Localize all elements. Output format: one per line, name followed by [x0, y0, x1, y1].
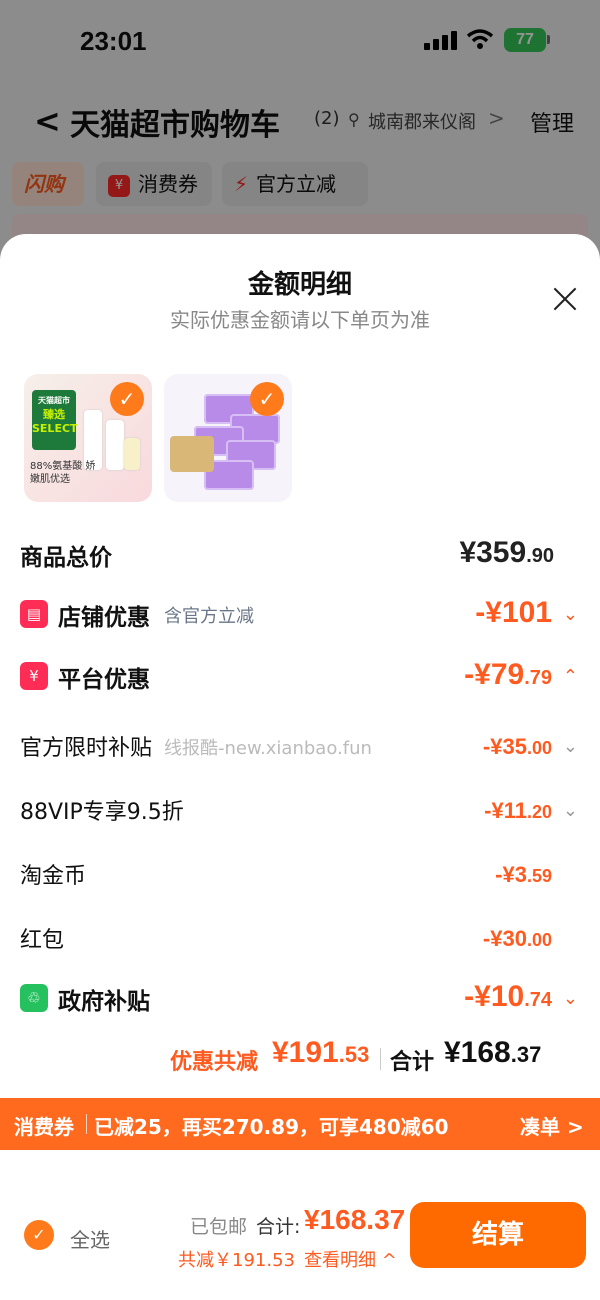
promo-divider — [86, 1114, 87, 1134]
checkmark-icon[interactable]: ✓ — [110, 382, 144, 416]
vip-discount-amount: -¥11.20 — [484, 798, 552, 824]
product-thumbnail[interactable]: 天猫超市臻选 SELECT 88%氨基酸 娇嫩肌优选 ✓ — [24, 374, 152, 502]
total-dec: .37 — [510, 1042, 542, 1067]
divider — [380, 1048, 381, 1070]
total-savings-label: 优惠共减 — [170, 1050, 259, 1075]
row-taojinbi: 淘金币 -¥3.59 — [0, 850, 600, 898]
official-subsidy-int: -¥35 — [482, 734, 527, 759]
promo-tag: 消费券 — [14, 1115, 74, 1139]
subtotal-int: ¥359 — [459, 536, 527, 569]
product-tube — [106, 420, 124, 470]
red-packet-amount: -¥30.00 — [483, 926, 552, 952]
store-discount-int: -¥101 — [475, 596, 552, 629]
coin-label: 淘金币 — [20, 864, 87, 889]
coupon-icon: ¥ — [20, 662, 48, 690]
row-vip-discount[interactable]: 88VIP专享9.5折 -¥11.20 ⌄ — [0, 786, 600, 834]
watermark-text: 线报酷-new.xianbao.fun — [164, 738, 372, 759]
total-value: ¥168.37 — [444, 1036, 541, 1070]
platform-discount-dec: .79 — [524, 667, 552, 689]
coin-amount: -¥3.59 — [495, 862, 552, 888]
promo-text: 已减25，再买270.89，可享480减60 — [94, 1115, 449, 1139]
checkmark-icon[interactable]: ✓ — [250, 382, 284, 416]
row-gov-subsidy[interactable]: ♲ 政府补贴 -¥10.74 ⌄ — [0, 974, 600, 1022]
vip-discount-label: 88VIP专享9.5折 — [20, 800, 184, 825]
official-subsidy-label: 官方限时补贴 — [20, 736, 153, 761]
subtotal-label: 商品总价 — [20, 545, 112, 571]
close-icon[interactable] — [548, 282, 582, 316]
store-discount-amount: -¥101 — [475, 596, 552, 630]
red-packet-label: 红包 — [20, 928, 65, 953]
store-discount-note: 含官方立减 — [164, 606, 254, 627]
coin-int: -¥3 — [495, 862, 527, 887]
saved-amount: 共减￥191.53 — [178, 1250, 295, 1271]
coin-dec: .59 — [526, 866, 552, 886]
gov-subsidy-label: 政府补贴 — [58, 989, 150, 1015]
row-subtotal: 商品总价 ¥359.90 — [0, 530, 600, 578]
subtotal-amount: ¥359.90 — [459, 536, 554, 570]
total-savings-int: ¥191 — [272, 1036, 339, 1069]
platform-discount-label: 平台优惠 — [58, 667, 150, 693]
checkout-button[interactable]: 结算 — [410, 1202, 586, 1268]
total-label: 合计 — [390, 1050, 435, 1075]
product-badge: 天猫超市臻选 SELECT — [32, 390, 78, 450]
chevron-down-icon[interactable]: ⌄ — [563, 736, 578, 757]
total-int: ¥168 — [444, 1036, 511, 1069]
row-official-subsidy[interactable]: 官方限时补贴 线报酷-new.xianbao.fun -¥35.00 ⌄ — [0, 722, 600, 770]
sheet-subtitle: 实际优惠金额请以下单页为准 — [170, 308, 430, 332]
pay-total-label: 合计: — [256, 1216, 301, 1238]
vip-discount-int: -¥11 — [484, 798, 527, 823]
view-details-link[interactable]: 查看明细 ^ — [304, 1246, 397, 1272]
total-savings-dec: .53 — [338, 1042, 370, 1067]
gov-subsidy-icon: ♲ — [20, 984, 48, 1012]
platform-discount-amount: -¥79.79 — [464, 658, 552, 692]
row-red-packet: 红包 -¥30.00 — [0, 914, 600, 962]
tissue-pack-gold — [170, 436, 214, 472]
summary-line: 优惠共减 ¥191.53 合计 ¥168.37 — [0, 1034, 600, 1084]
store-icon: ▤ — [20, 600, 48, 628]
coupon-promo-bar[interactable]: 消费券 已减25，再买270.89，可享480减60 凑单 > — [0, 1098, 600, 1150]
badge-text: 臻选 SELECT — [32, 408, 78, 435]
row-store-discount[interactable]: ▤ 店铺优惠 含官方立减 -¥101 ⌄ — [0, 590, 600, 638]
total-savings-value: ¥191.53 — [272, 1036, 369, 1070]
gov-subsidy-int: -¥10 — [464, 980, 525, 1013]
gov-subsidy-dec: .74 — [524, 989, 552, 1011]
product-thumbnail[interactable]: ✓ — [164, 374, 292, 502]
badge-top-text: 天猫超市 — [38, 396, 70, 405]
subtotal-dec: .90 — [526, 545, 554, 567]
add-items-link[interactable]: 凑单 > — [520, 1111, 584, 1140]
chevron-up-icon[interactable]: ⌃ — [563, 666, 578, 687]
product-box — [124, 438, 140, 470]
shipping-status: 已包邮 — [190, 1216, 248, 1238]
platform-discount-int: -¥79 — [464, 658, 525, 691]
row-platform-discount[interactable]: ¥ 平台优惠 -¥79.79 ⌃ — [0, 652, 600, 700]
select-all-label[interactable]: 全选 — [70, 1224, 110, 1253]
store-discount-label: 店铺优惠 — [58, 605, 150, 631]
checkout-footer: ✓ 全选 已包邮 合计: ¥168.37 共减￥191.53 查看明细 ^ 结算 — [0, 1150, 600, 1300]
red-packet-int: -¥30 — [482, 926, 527, 951]
official-subsidy-amount: -¥35.00 — [483, 734, 552, 760]
official-subsidy-dec: .00 — [526, 738, 552, 758]
red-packet-dec: .00 — [526, 930, 552, 950]
sheet-title: 金额明细 — [247, 270, 352, 300]
gov-subsidy-amount: -¥10.74 — [464, 980, 552, 1014]
product-caption: 88%氨基酸 娇嫩肌优选 — [30, 461, 96, 485]
select-all-checkbox[interactable]: ✓ — [24, 1220, 54, 1250]
amount-detail-sheet: 金额明细 实际优惠金额请以下单页为准 天猫超市臻选 SELECT 88%氨基酸 … — [0, 234, 600, 1300]
pay-total-value: ¥168.37 — [304, 1204, 406, 1235]
chevron-down-icon[interactable]: ⌄ — [563, 604, 578, 625]
chevron-down-icon[interactable]: ⌄ — [563, 800, 578, 821]
chevron-down-icon[interactable]: ⌄ — [563, 988, 578, 1009]
vip-discount-dec: .20 — [526, 802, 552, 822]
